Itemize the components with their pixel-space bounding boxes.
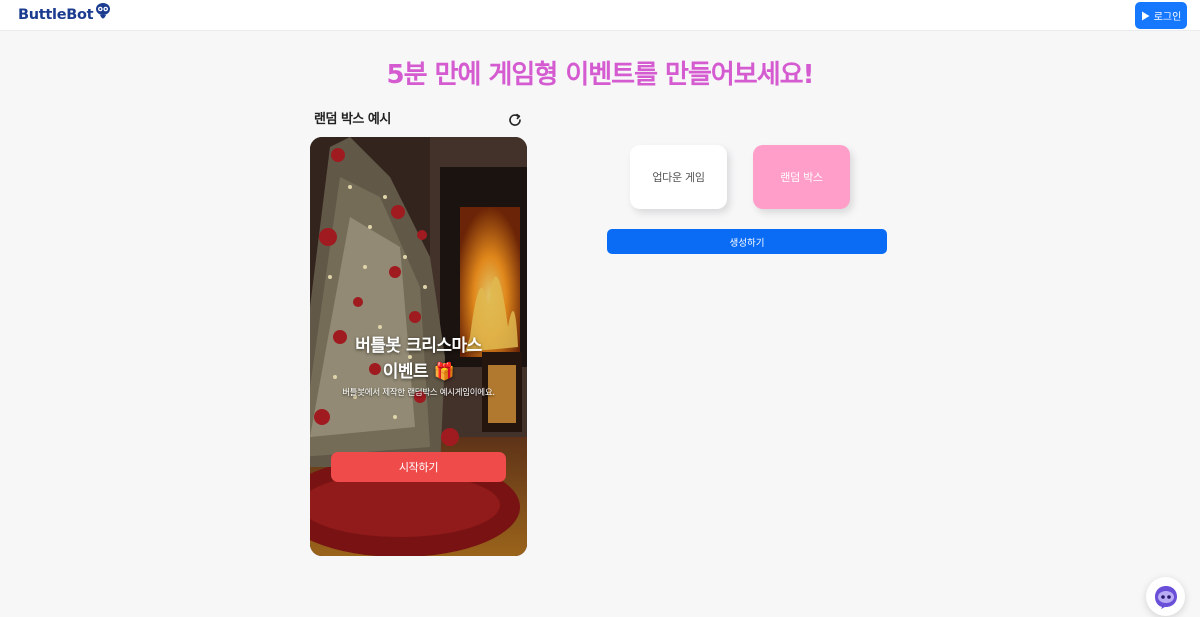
logo[interactable]: ButtleBot (18, 3, 111, 26)
event-title-line2: 이벤트 🎁 (382, 362, 455, 382)
event-title-line1: 버틀봇 크리스마스 (355, 336, 482, 356)
login-button[interactable]: 로그인 (1135, 2, 1187, 29)
event-preview-card: 버틀봇 크리스마스 이벤트 🎁 버틀봇에서 제작한 랜덤박스 예시게임이에요. … (310, 137, 527, 556)
start-button[interactable]: 시작하기 (331, 452, 506, 482)
hero-title: 5분 만에 게임형 이벤트를 만들어보세요! (386, 60, 815, 90)
refresh-icon[interactable] (507, 112, 523, 128)
top-header: ButtleBot 로그인 (0, 0, 1200, 31)
random-box-option[interactable]: 랜덤 박스 (753, 145, 850, 209)
updown-game-option[interactable]: 업다운 게임 (630, 145, 727, 209)
login-label: 로그인 (1153, 12, 1182, 23)
preview-label: 랜덤 박스 예시 (314, 112, 391, 127)
create-button[interactable]: 생성하기 (607, 229, 887, 254)
chatbot-icon (1154, 585, 1177, 609)
chatbot-button[interactable] (1146, 577, 1185, 616)
play-icon (1141, 11, 1150, 20)
robot-mascot-icon (96, 3, 111, 19)
event-title: 버틀봇 크리스마스 이벤트 🎁 (310, 333, 527, 385)
event-subtitle: 버틀봇에서 제작한 랜덤박스 예시게임이에요. (342, 388, 495, 398)
logo-text: ButtleBot (18, 7, 94, 23)
